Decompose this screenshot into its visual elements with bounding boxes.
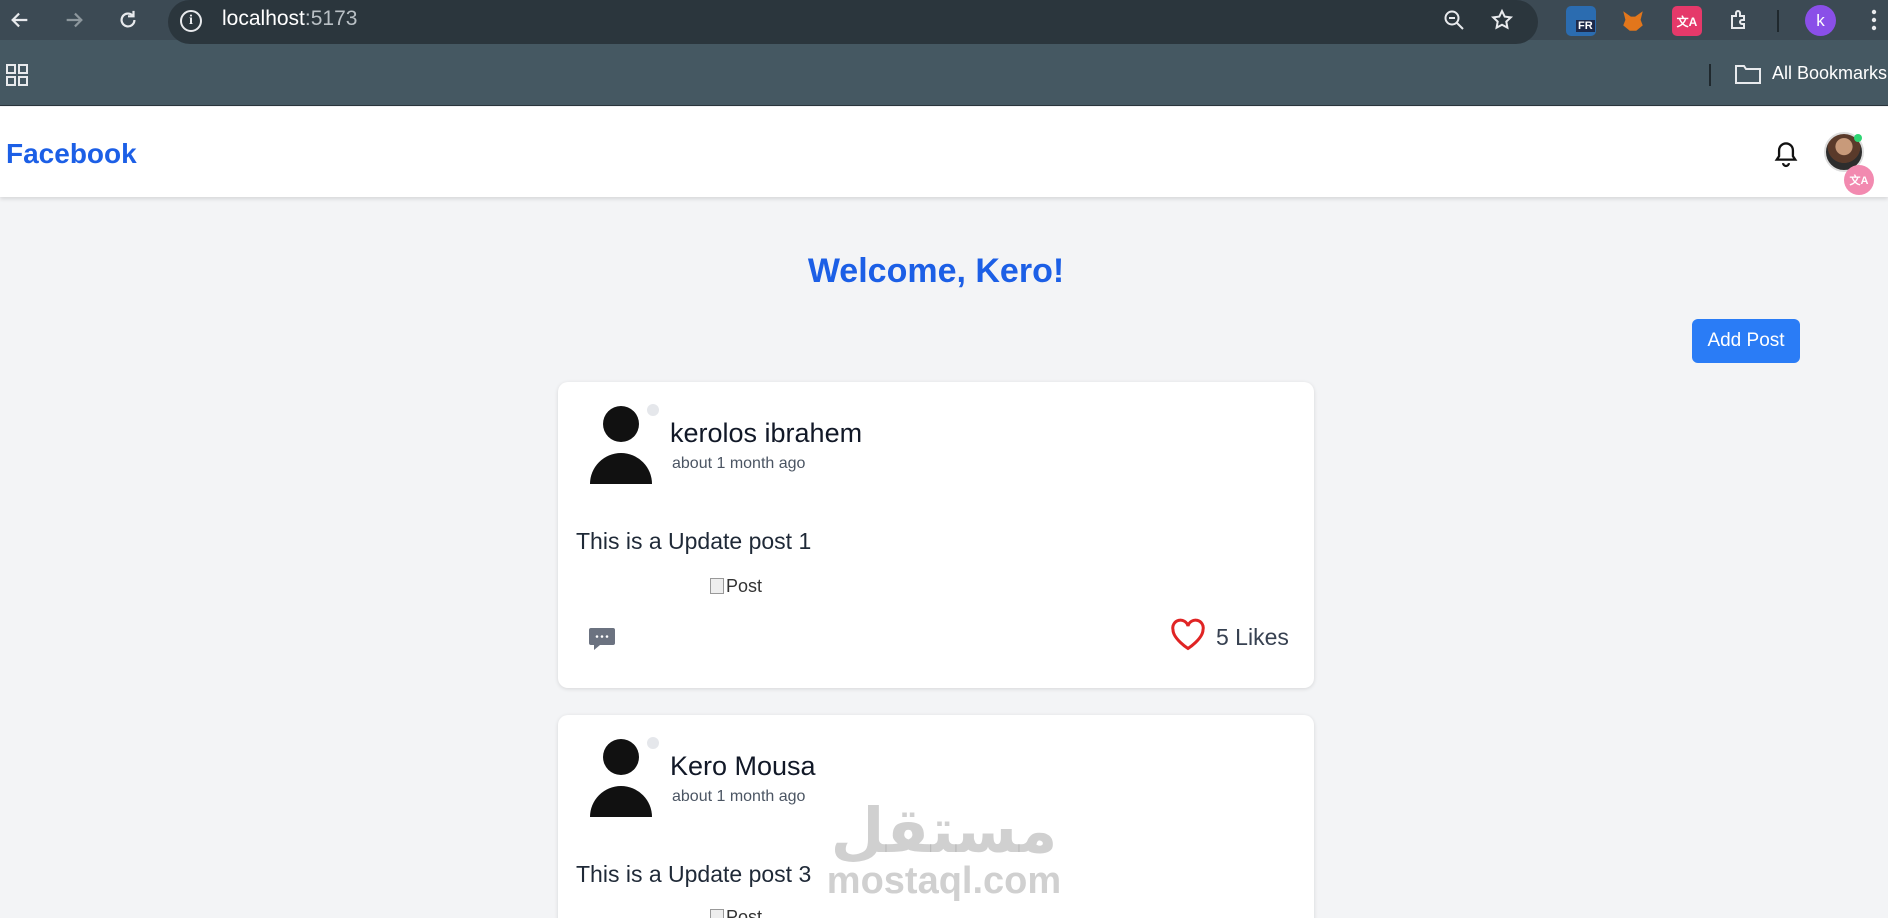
apps-grid-icon[interactable] — [6, 64, 28, 91]
extension-fox-icon[interactable] — [1618, 6, 1648, 36]
user-placeholder-icon — [588, 404, 654, 484]
post-time: about 1 month ago — [672, 788, 806, 805]
address-bar[interactable] — [168, 0, 1538, 44]
status-dot — [647, 404, 659, 416]
browser-bookmarks-bar — [0, 40, 1888, 106]
menu-kebab-icon[interactable] — [1860, 6, 1888, 34]
add-post-button[interactable]: Add Post — [1692, 319, 1800, 363]
post-text: This is a Update post 1 — [576, 528, 812, 554]
translate-overlay-icon[interactable]: 文A — [1844, 165, 1874, 195]
welcome-heading: Welcome, Kero! — [807, 252, 1065, 290]
forward-icon[interactable] — [60, 6, 88, 34]
folder-icon[interactable] — [1735, 64, 1761, 89]
extensions-puzzle-icon[interactable] — [1726, 6, 1754, 34]
toolbar-separator — [1777, 10, 1779, 32]
user-placeholder-icon — [588, 737, 654, 817]
star-icon[interactable] — [1488, 6, 1516, 34]
app-header — [0, 107, 1888, 197]
post-image: Post — [710, 907, 762, 918]
likes-count: 5 Likes — [1216, 624, 1289, 650]
extension-translate-icon[interactable]: 文A — [1672, 6, 1702, 36]
post-image: Post — [710, 576, 762, 597]
all-bookmarks-label[interactable]: All Bookmarks — [1772, 63, 1887, 84]
zoom-icon[interactable] — [1440, 6, 1468, 34]
brand-logo[interactable]: Facebook — [6, 138, 137, 170]
post-time: about 1 month ago — [672, 455, 806, 472]
comment-icon[interactable] — [588, 626, 616, 652]
status-dot — [647, 737, 659, 749]
bookmarks-separator — [1709, 64, 1711, 86]
post-text: This is a Update post 3 — [576, 861, 812, 887]
back-icon[interactable] — [6, 6, 34, 34]
bell-icon[interactable] — [1772, 140, 1800, 170]
post-card: kerolos ibrahem about 1 month ago This i… — [558, 382, 1314, 688]
broken-image-icon — [710, 909, 724, 918]
post-author[interactable]: kerolos ibrahem — [670, 418, 862, 449]
profile-avatar[interactable]: k — [1805, 5, 1836, 36]
heart-icon[interactable] — [1170, 618, 1206, 652]
broken-image-icon — [710, 578, 724, 594]
online-indicator — [1854, 134, 1862, 142]
watermark: مستقل mostaql.com — [826, 794, 1062, 902]
reload-icon[interactable] — [114, 6, 142, 34]
url-text[interactable]: localhost:5173 — [222, 7, 357, 31]
site-info-icon[interactable]: i — [180, 10, 202, 32]
extension-fr-icon[interactable]: FR — [1566, 6, 1596, 36]
post-author[interactable]: Kero Mousa — [670, 751, 816, 782]
